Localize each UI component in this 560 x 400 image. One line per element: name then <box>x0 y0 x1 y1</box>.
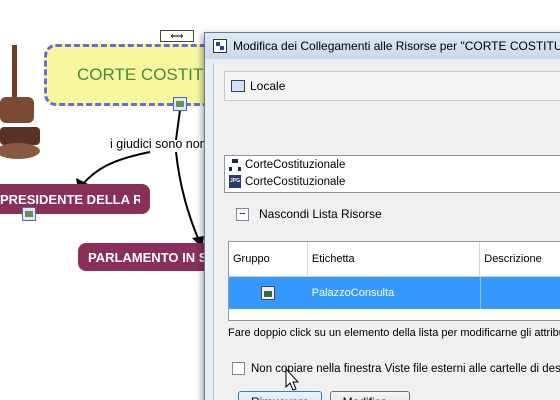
node-parlamento[interactable]: PARLAMENTO IN SEDUTA COMUNE <box>78 243 312 271</box>
collapse-icon[interactable]: − <box>236 207 249 221</box>
computer-icon <box>231 80 245 92</box>
table-row[interactable]: PalazzoConsulta <box>229 277 560 309</box>
image-icon <box>261 286 276 300</box>
resize-handle[interactable]: ⟷ <box>160 30 194 42</box>
table-header: Gruppo Etichetta Descrizione <box>229 242 560 277</box>
hint-text: Fare doppio click su un elemento della l… <box>228 327 560 339</box>
mouse-cursor-icon <box>285 368 300 391</box>
resource-image-icon[interactable] <box>173 97 187 111</box>
remove-button[interactable]: Rimuovere <box>238 391 322 400</box>
resource-item-label: CorteCostituzionale <box>245 175 346 188</box>
tree-icon <box>229 158 241 171</box>
resource-links-icon <box>213 39 227 53</box>
resource-list[interactable]: CorteCostituzionale JPG CorteCostituzion… <box>224 155 560 193</box>
concept-map-canvas[interactable]: ⟷ CORTE COSTITUZIONALE i giudici sono no… <box>0 0 560 400</box>
modify-button[interactable]: Modifica... <box>330 391 410 400</box>
node-presidente-label: PRESIDENTE DELLA REPUBBLICA <box>0 191 140 207</box>
cell-gruppo <box>229 277 308 309</box>
resource-item-label: CorteCostituzionale <box>245 158 346 171</box>
hide-resource-list-toggle[interactable]: − Nascondi Lista Risorse <box>236 207 382 221</box>
cell-descrizione <box>480 277 560 309</box>
dialog-title: Modifica dei Collegamenti alle Risorse p… <box>233 39 560 53</box>
no-copy-checkbox[interactable] <box>232 362 245 375</box>
list-item[interactable]: CorteCostituzionale <box>225 156 560 173</box>
list-item[interactable]: JPG CorteCostituzionale <box>225 173 560 190</box>
hide-list-label: Nascondi Lista Risorse <box>259 207 382 221</box>
linked-resources-table[interactable]: Gruppo Etichetta Descrizione PalazzoCons… <box>228 241 560 321</box>
location-selector[interactable]: Locale <box>224 71 560 101</box>
no-copy-checkbox-row[interactable]: Non copiare nella finestra Viste file es… <box>232 362 560 375</box>
column-header-descrizione[interactable]: Descrizione <box>480 242 560 276</box>
cell-etichetta: PalazzoConsulta <box>311 287 395 299</box>
jpg-icon: JPG <box>229 175 241 188</box>
location-label: Locale <box>250 79 286 93</box>
edit-resource-links-dialog: Modifica dei Collegamenti alle Risorse p… <box>204 32 560 400</box>
dialog-titlebar[interactable]: Modifica dei Collegamenti alle Risorse p… <box>205 33 560 59</box>
resource-document-icon[interactable] <box>22 207 36 221</box>
column-header-gruppo[interactable]: Gruppo <box>229 242 308 276</box>
column-header-etichetta[interactable]: Etichetta <box>308 242 481 276</box>
dialog-body: Locale CorteCostituzionale JPG CorteCost… <box>213 63 560 400</box>
